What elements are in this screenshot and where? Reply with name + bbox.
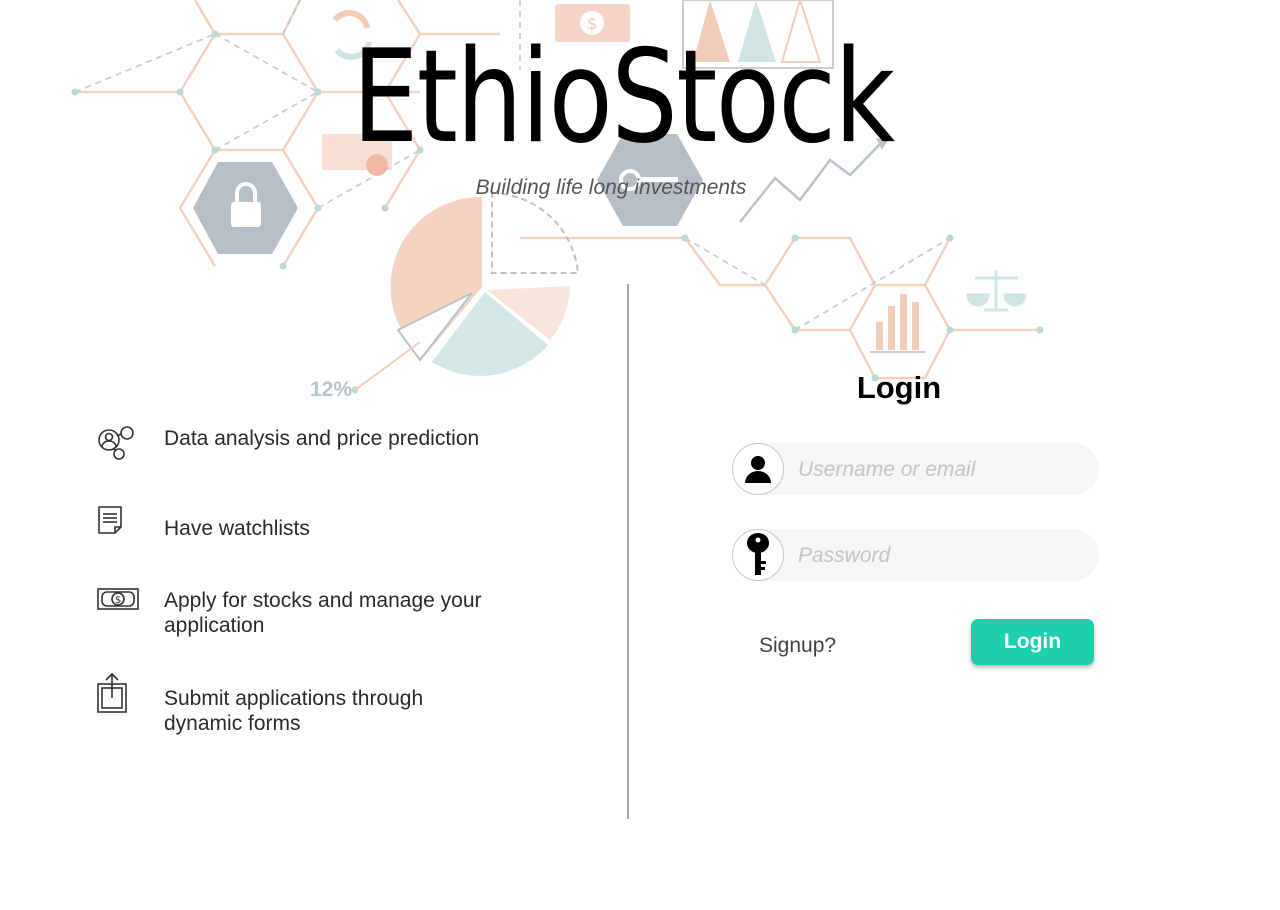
- brand-title: EthioStock: [352, 23, 895, 172]
- feature-item-watchlists: Have watchlists: [97, 506, 484, 548]
- password-input[interactable]: [796, 529, 1090, 583]
- money-bill-icon: $: [97, 588, 139, 630]
- upload-icon: [97, 672, 139, 714]
- vertical-divider: [627, 284, 629, 819]
- signup-link[interactable]: Signup?: [759, 634, 836, 658]
- feature-item-data-analysis: Data analysis and price prediction: [97, 426, 484, 468]
- feature-text: Apply for stocks and manage your applica…: [164, 589, 482, 637]
- user-icon: [732, 443, 784, 495]
- key-icon: [732, 529, 784, 581]
- data-analysis-icon: [97, 426, 139, 468]
- feature-text: Have watchlists: [164, 517, 310, 540]
- svg-text:$: $: [115, 595, 121, 606]
- feature-item-apply-stocks: $ Apply for stocks and manage your appli…: [97, 588, 484, 638]
- feature-item-submit-forms: Submit applications through dynamic form…: [97, 672, 484, 736]
- password-field: [732, 529, 1099, 583]
- username-field: [732, 443, 1099, 497]
- login-title: Login: [856, 370, 942, 405]
- feature-text: Data analysis and price prediction: [164, 427, 480, 450]
- percent-label: 12%: [310, 378, 352, 401]
- brand-tagline: Building life long investments: [475, 176, 747, 199]
- document-icon: [97, 506, 139, 548]
- login-button[interactable]: Login: [971, 619, 1094, 665]
- feature-text: Submit applications through dynamic form…: [164, 687, 424, 735]
- username-input[interactable]: [796, 443, 1090, 497]
